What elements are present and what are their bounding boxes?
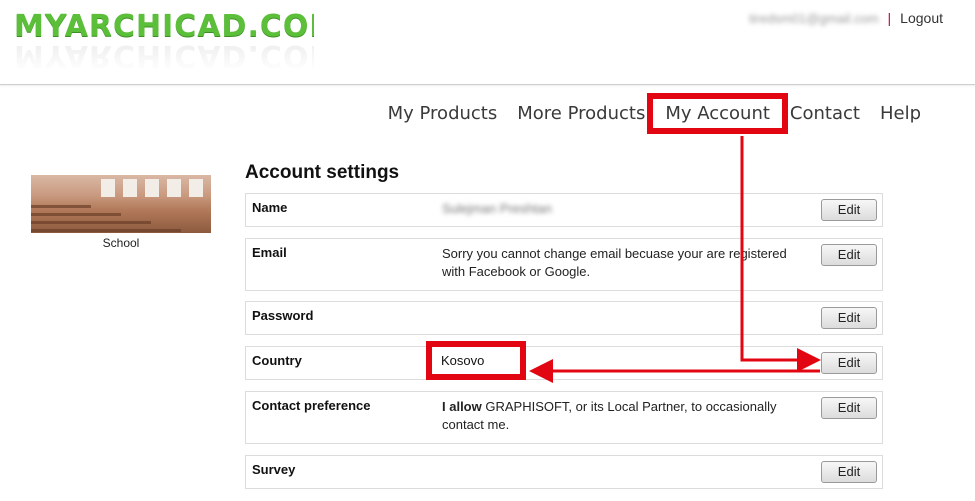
user-bar: tiredsm01@gmail.com | Logout: [749, 10, 943, 26]
contact-preference-strong: I allow: [442, 399, 482, 414]
main-nav: My Products More Products My Account Con…: [378, 93, 931, 134]
user-email: tiredsm01@gmail.com: [749, 10, 879, 26]
settings-row-email: Email Sorry you cannot change email becu…: [245, 238, 883, 291]
edit-contact-preference-button[interactable]: Edit: [821, 397, 877, 419]
row-label: Email: [252, 245, 287, 260]
separator: |: [887, 10, 892, 26]
edit-email-button[interactable]: Edit: [821, 244, 877, 266]
row-label: Survey: [252, 462, 296, 477]
edit-name-button[interactable]: Edit: [821, 199, 877, 221]
settings-row-survey: Survey Edit: [245, 455, 883, 489]
edit-country-button[interactable]: Edit: [821, 352, 877, 374]
site-header: MYARCHICAD.COM MYARCHICAD.COM tiredsm01@…: [0, 0, 975, 85]
row-label: Password: [252, 308, 314, 323]
row-label: Country: [252, 353, 302, 368]
settings-row-country: Country Edit: [245, 346, 883, 380]
nav-my-products[interactable]: My Products: [378, 101, 508, 126]
row-label: Name: [252, 200, 288, 215]
row-label: Contact preference: [252, 398, 371, 413]
name-value: Sulejman Preshtan: [442, 201, 552, 216]
account-settings-title: Account settings: [245, 162, 400, 183]
edit-password-button[interactable]: Edit: [821, 307, 877, 329]
edit-survey-button[interactable]: Edit: [821, 461, 877, 483]
contact-preference-text: GRAPHISOFT, or its Local Partner, to occ…: [442, 399, 777, 432]
nav-contact[interactable]: Contact: [780, 101, 870, 126]
email-value: Sorry you cannot change email becuase yo…: [442, 246, 787, 279]
settings-row-contact-preference: Contact preference I allow GRAPHISOFT, o…: [245, 391, 883, 444]
nav-help[interactable]: Help: [870, 101, 931, 126]
nav-my-account[interactable]: My Account: [647, 93, 788, 134]
contact-preference-value: I allow GRAPHISOFT, or its Local Partner…: [442, 398, 802, 434]
logo-reflection: MYARCHICAD.COM: [14, 38, 314, 70]
profile-image: [31, 175, 211, 233]
profile-caption: School: [102, 236, 140, 250]
settings-row-name: Name Sulejman Preshtan Edit: [245, 193, 883, 227]
logout-link[interactable]: Logout: [900, 10, 943, 26]
nav-more-products[interactable]: More Products: [507, 101, 655, 126]
country-value-highlight: Kosovo: [426, 341, 526, 380]
site-logo[interactable]: MYARCHICAD.COM MYARCHICAD.COM: [14, 10, 314, 70]
settings-row-password: Password Edit: [245, 301, 883, 335]
